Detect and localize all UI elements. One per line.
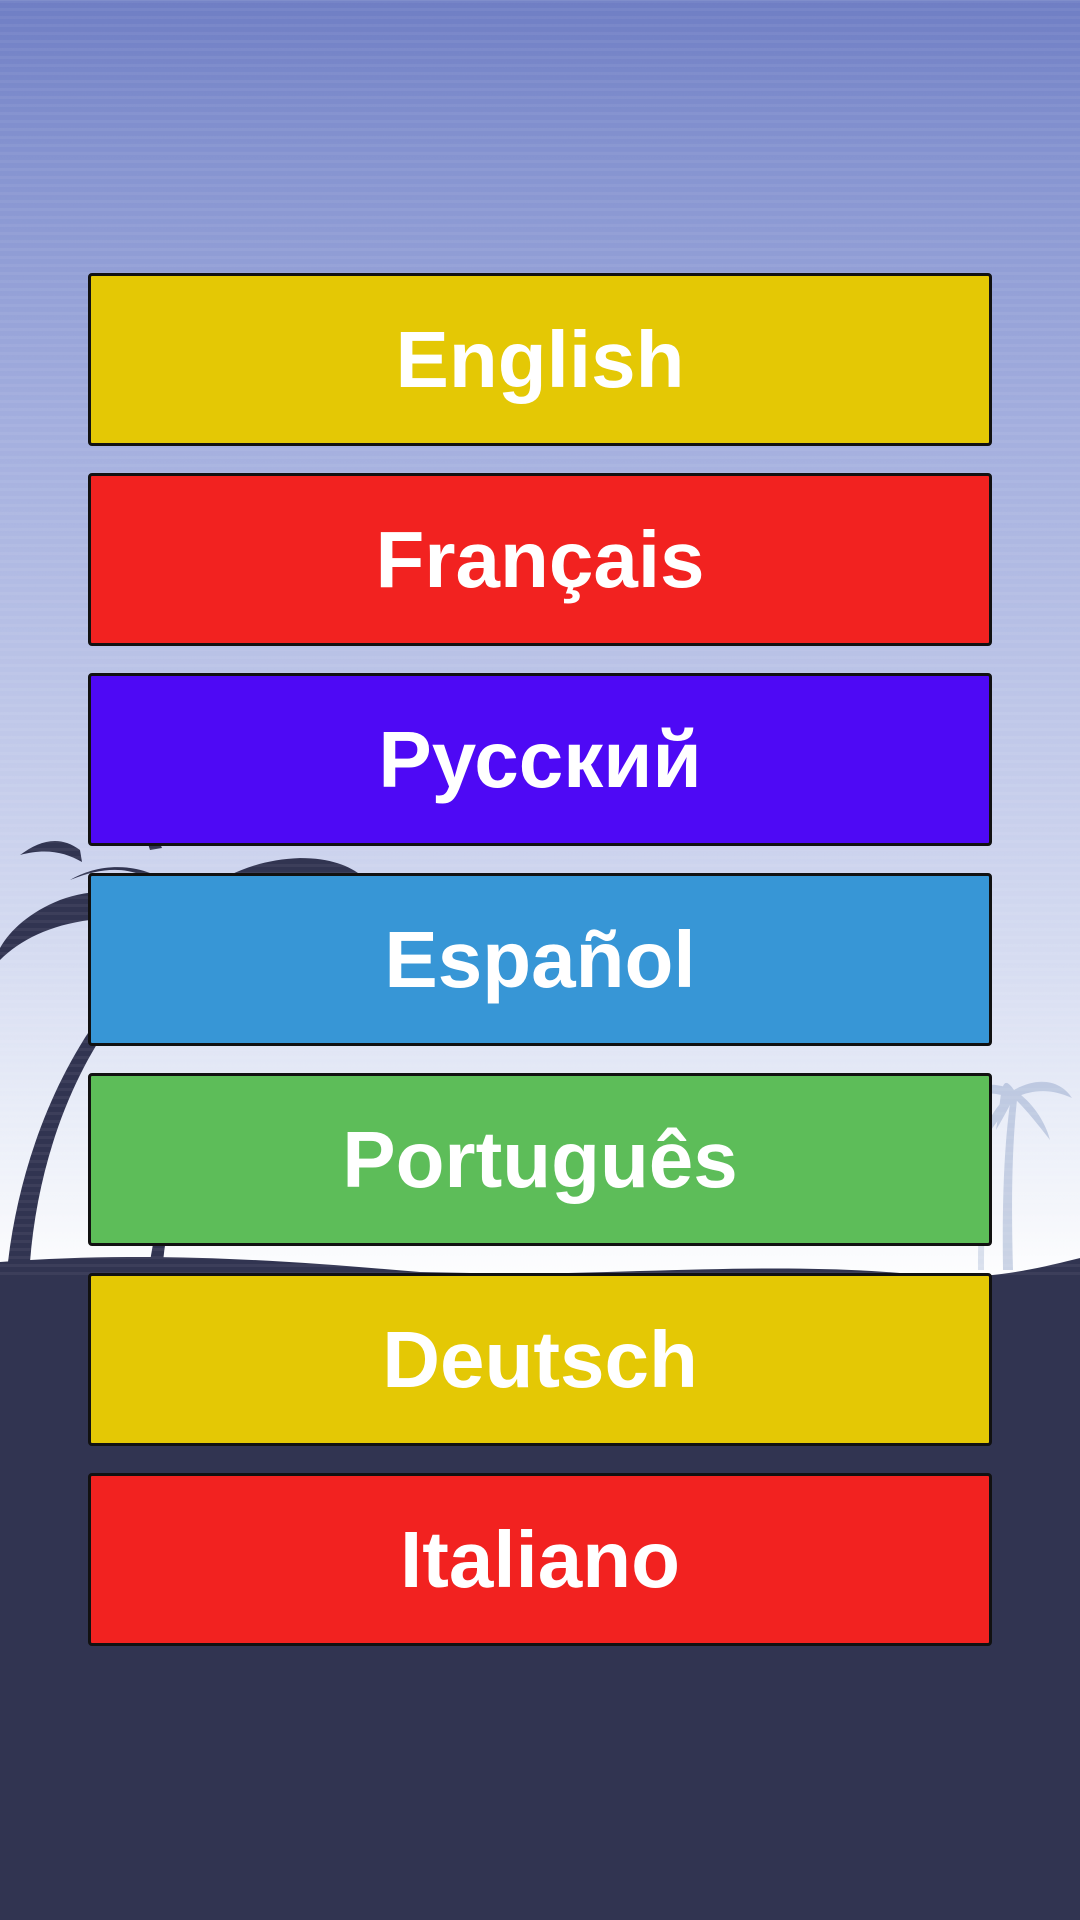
language-button-italian[interactable]: Italiano (88, 1473, 992, 1646)
language-label: Français (375, 514, 705, 604)
language-label: Português (342, 1114, 738, 1204)
language-button-french[interactable]: Français (88, 473, 992, 646)
language-label: Русский (378, 714, 702, 804)
language-button-russian[interactable]: Русский (88, 673, 992, 846)
language-label: English (395, 314, 685, 404)
language-button-english[interactable]: English (88, 273, 992, 446)
language-button-spanish[interactable]: Español (88, 873, 992, 1046)
language-button-german[interactable]: Deutsch (88, 1273, 992, 1446)
language-list: English Français Русский Español Portugu… (88, 273, 992, 1673)
language-button-portuguese[interactable]: Português (88, 1073, 992, 1246)
language-label: Deutsch (382, 1314, 698, 1404)
language-label: Español (384, 914, 696, 1004)
language-label: Italiano (399, 1514, 681, 1604)
